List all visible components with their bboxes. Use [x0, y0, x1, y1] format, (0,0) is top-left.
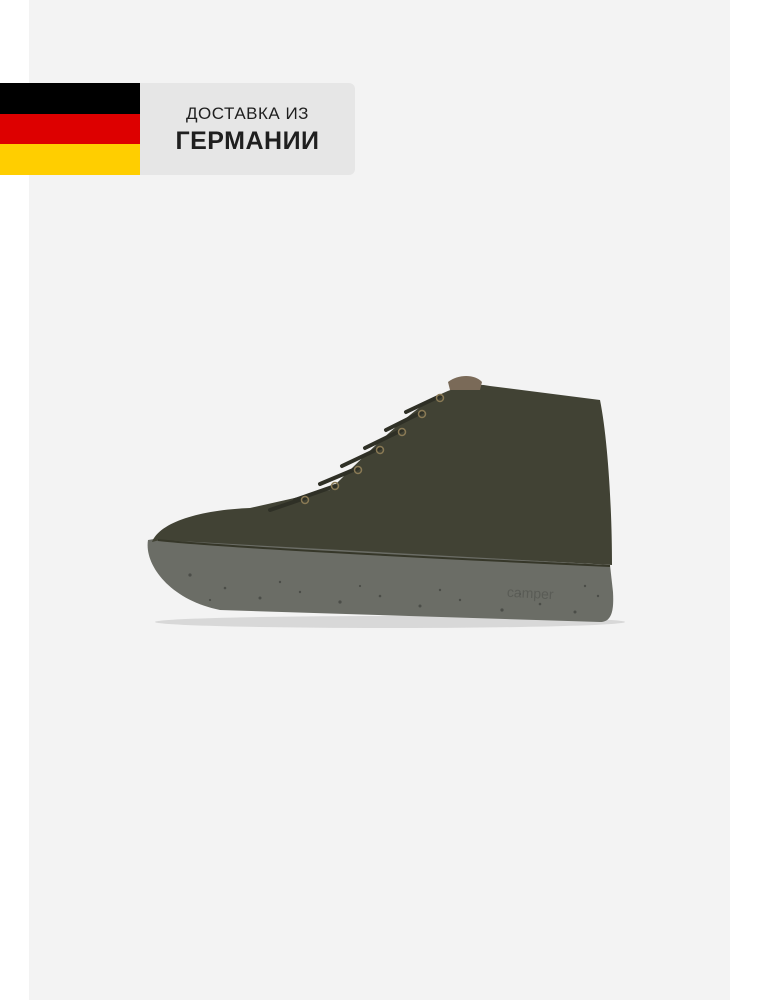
shoe-upper — [152, 384, 612, 565]
shipping-label-line2: ГЕРМАНИИ — [175, 127, 320, 155]
flag-stripe-red — [0, 114, 140, 144]
flag-stripe-gold — [0, 144, 140, 175]
shipping-label: ДОСТАВКА ИЗ ГЕРМАНИИ — [140, 83, 355, 175]
flag-stripe-black — [0, 83, 140, 114]
germany-flag-icon — [0, 83, 140, 175]
shipping-banner: ДОСТАВКА ИЗ ГЕРМАНИИ — [0, 83, 355, 175]
product-card: ДОСТАВКА ИЗ ГЕРМАНИИ camper — [0, 0, 760, 1000]
shipping-label-line1: ДОСТАВКА ИЗ — [186, 104, 309, 123]
sole-brand-logo: camper — [507, 584, 555, 602]
product-image-shoe: camper — [147, 376, 625, 628]
shoe-heel-tab — [448, 376, 482, 390]
